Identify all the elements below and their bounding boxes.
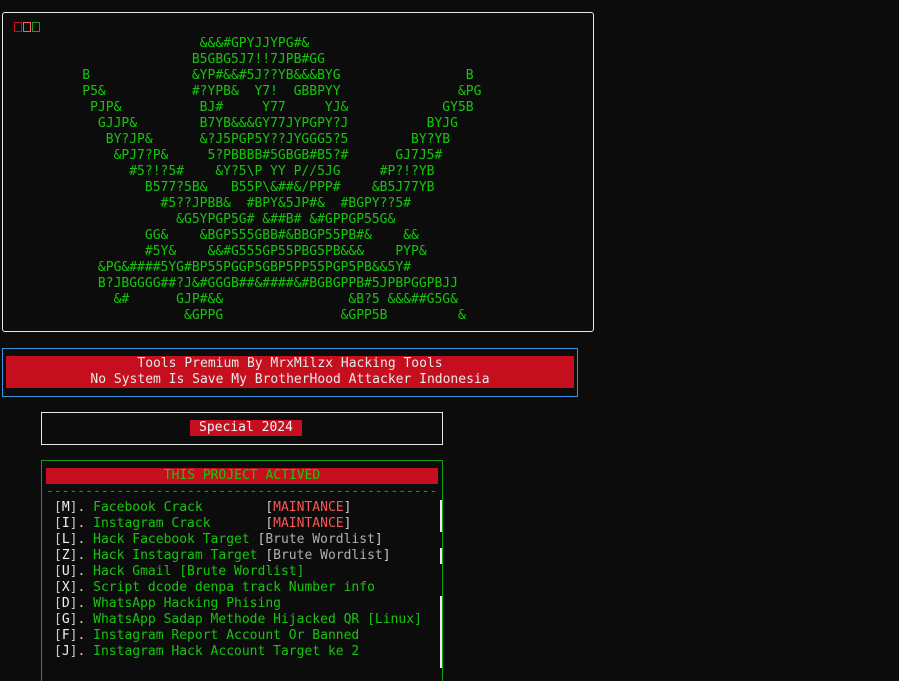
menu-item-key: L: [61, 532, 70, 547]
special-badge: Special 2024: [190, 420, 302, 436]
menu-key-bracket: [: [54, 628, 62, 643]
menu-key-bracket: [: [54, 532, 62, 547]
menu-tag-bracket: [: [265, 548, 274, 563]
menu-item-key: X: [61, 580, 70, 595]
menu-key-bracket: ].: [69, 596, 94, 611]
menu-key-bracket: ].: [69, 644, 94, 659]
menu-item-key: G: [61, 612, 70, 627]
menu-item-u[interactable]: [U]. Hack Gmail [Brute Wordlist]: [54, 564, 304, 580]
menu-item-label: Script dcode denpa track Number info: [93, 580, 375, 595]
menu-item-label: Hack Gmail [Brute Wordlist]: [93, 564, 305, 579]
menu-item-label: Instagram Crack: [93, 516, 266, 531]
menu-key-bracket: ].: [69, 548, 94, 563]
menu-item-label: Hack Facebook Target: [93, 532, 258, 547]
menu-item-key: I: [61, 516, 70, 531]
menu-key-bracket: [: [54, 516, 62, 531]
menu-key-bracket: [: [54, 644, 62, 659]
title-banner: Tools Premium By MrxMilzx Hacking Tools …: [6, 356, 574, 388]
menu-border-segment: [440, 596, 442, 668]
menu-item-tag: Brute Wordlist: [265, 532, 375, 547]
menu-tag-bracket: ]: [343, 516, 352, 531]
menu-key-bracket: ].: [69, 580, 94, 595]
menu-item-l[interactable]: [L]. Hack Facebook Target [Brute Wordlis…: [54, 532, 383, 548]
menu-item-label: Facebook Crack: [93, 500, 266, 515]
menu-tag-bracket: ]: [382, 548, 391, 563]
menu-border-segment: [440, 500, 442, 532]
ascii-art-logo: &&&#GPYJJYPG#& B5GBG5J7!!7JPB#GG B &YP#&…: [82, 36, 482, 323]
menu-item-g[interactable]: [G]. WhatsApp Sadap Methode Hijacked QR …: [54, 612, 422, 628]
menu-item-key: F: [61, 628, 70, 643]
menu-key-bracket: ].: [69, 500, 94, 515]
menu-item-tag: MAINTANCE: [273, 500, 344, 515]
menu-item-m[interactable]: [M]. Facebook Crack [MAINTANCE]: [54, 500, 351, 516]
menu-item-label: Instagram Hack Account Target ke 2: [93, 644, 360, 659]
menu-item-f[interactable]: [F]. Instagram Report Account Or Banned: [54, 628, 359, 644]
menu-key-bracket: ].: [69, 516, 94, 531]
menu-item-j[interactable]: [J]. Instagram Hack Account Target ke 2: [54, 644, 359, 660]
menu-key-bracket: [: [54, 580, 62, 595]
menu-item-label: WhatsApp Hacking Phising: [93, 596, 281, 611]
window-control-icons: [14, 22, 40, 32]
menu-item-key: Z: [61, 548, 70, 563]
menu-tag-bracket: [: [265, 500, 274, 515]
menu-tag-bracket: ]: [343, 500, 352, 515]
menu-divider: ----------------------------------------…: [46, 484, 438, 499]
menu-tag-bracket: [: [265, 516, 274, 531]
menu-tag-bracket: ]: [374, 532, 383, 547]
menu-item-key: J: [61, 644, 70, 659]
menu-item-z[interactable]: [Z]. Hack Instagram Target [Brute Wordli…: [54, 548, 391, 564]
menu-item-label: Hack Instagram Target: [93, 548, 266, 563]
close-icon: [14, 22, 22, 32]
menu-item-i[interactable]: [I]. Instagram Crack [MAINTANCE]: [54, 516, 351, 532]
menu-item-key: M: [61, 500, 70, 515]
menu-item-key: D: [61, 596, 70, 611]
menu-key-bracket: [: [54, 612, 62, 627]
maximize-icon: [32, 22, 40, 32]
menu-item-key: U: [61, 564, 70, 579]
menu-item-label: WhatsApp Sadap Methode Hijacked QR [Linu…: [93, 612, 422, 627]
project-status-header: THIS PROJECT ACTIVED: [46, 468, 438, 484]
menu-item-tag: MAINTANCE: [273, 516, 344, 531]
menu-key-bracket: ].: [69, 564, 94, 579]
menu-item-d[interactable]: [D]. WhatsApp Hacking Phising: [54, 596, 281, 612]
menu-key-bracket: ].: [69, 612, 94, 627]
menu-item-label: Instagram Report Account Or Banned: [93, 628, 360, 643]
menu-key-bracket: [: [54, 596, 62, 611]
menu-key-bracket: [: [54, 548, 62, 563]
menu-border-segment: [440, 548, 442, 564]
minimize-icon: [23, 22, 31, 32]
menu-key-bracket: ].: [69, 628, 94, 643]
title-line-1: Tools Premium By MrxMilzx Hacking Tools: [137, 356, 443, 371]
menu-key-bracket: [: [54, 564, 62, 579]
menu-key-bracket: [: [54, 500, 62, 515]
menu-item-x[interactable]: [X]. Script dcode denpa track Number inf…: [54, 580, 375, 596]
menu-item-tag: Brute Wordlist: [273, 548, 383, 563]
title-line-2: No System Is Save My BrotherHood Attacke…: [90, 372, 490, 387]
menu-key-bracket: ].: [69, 532, 94, 547]
